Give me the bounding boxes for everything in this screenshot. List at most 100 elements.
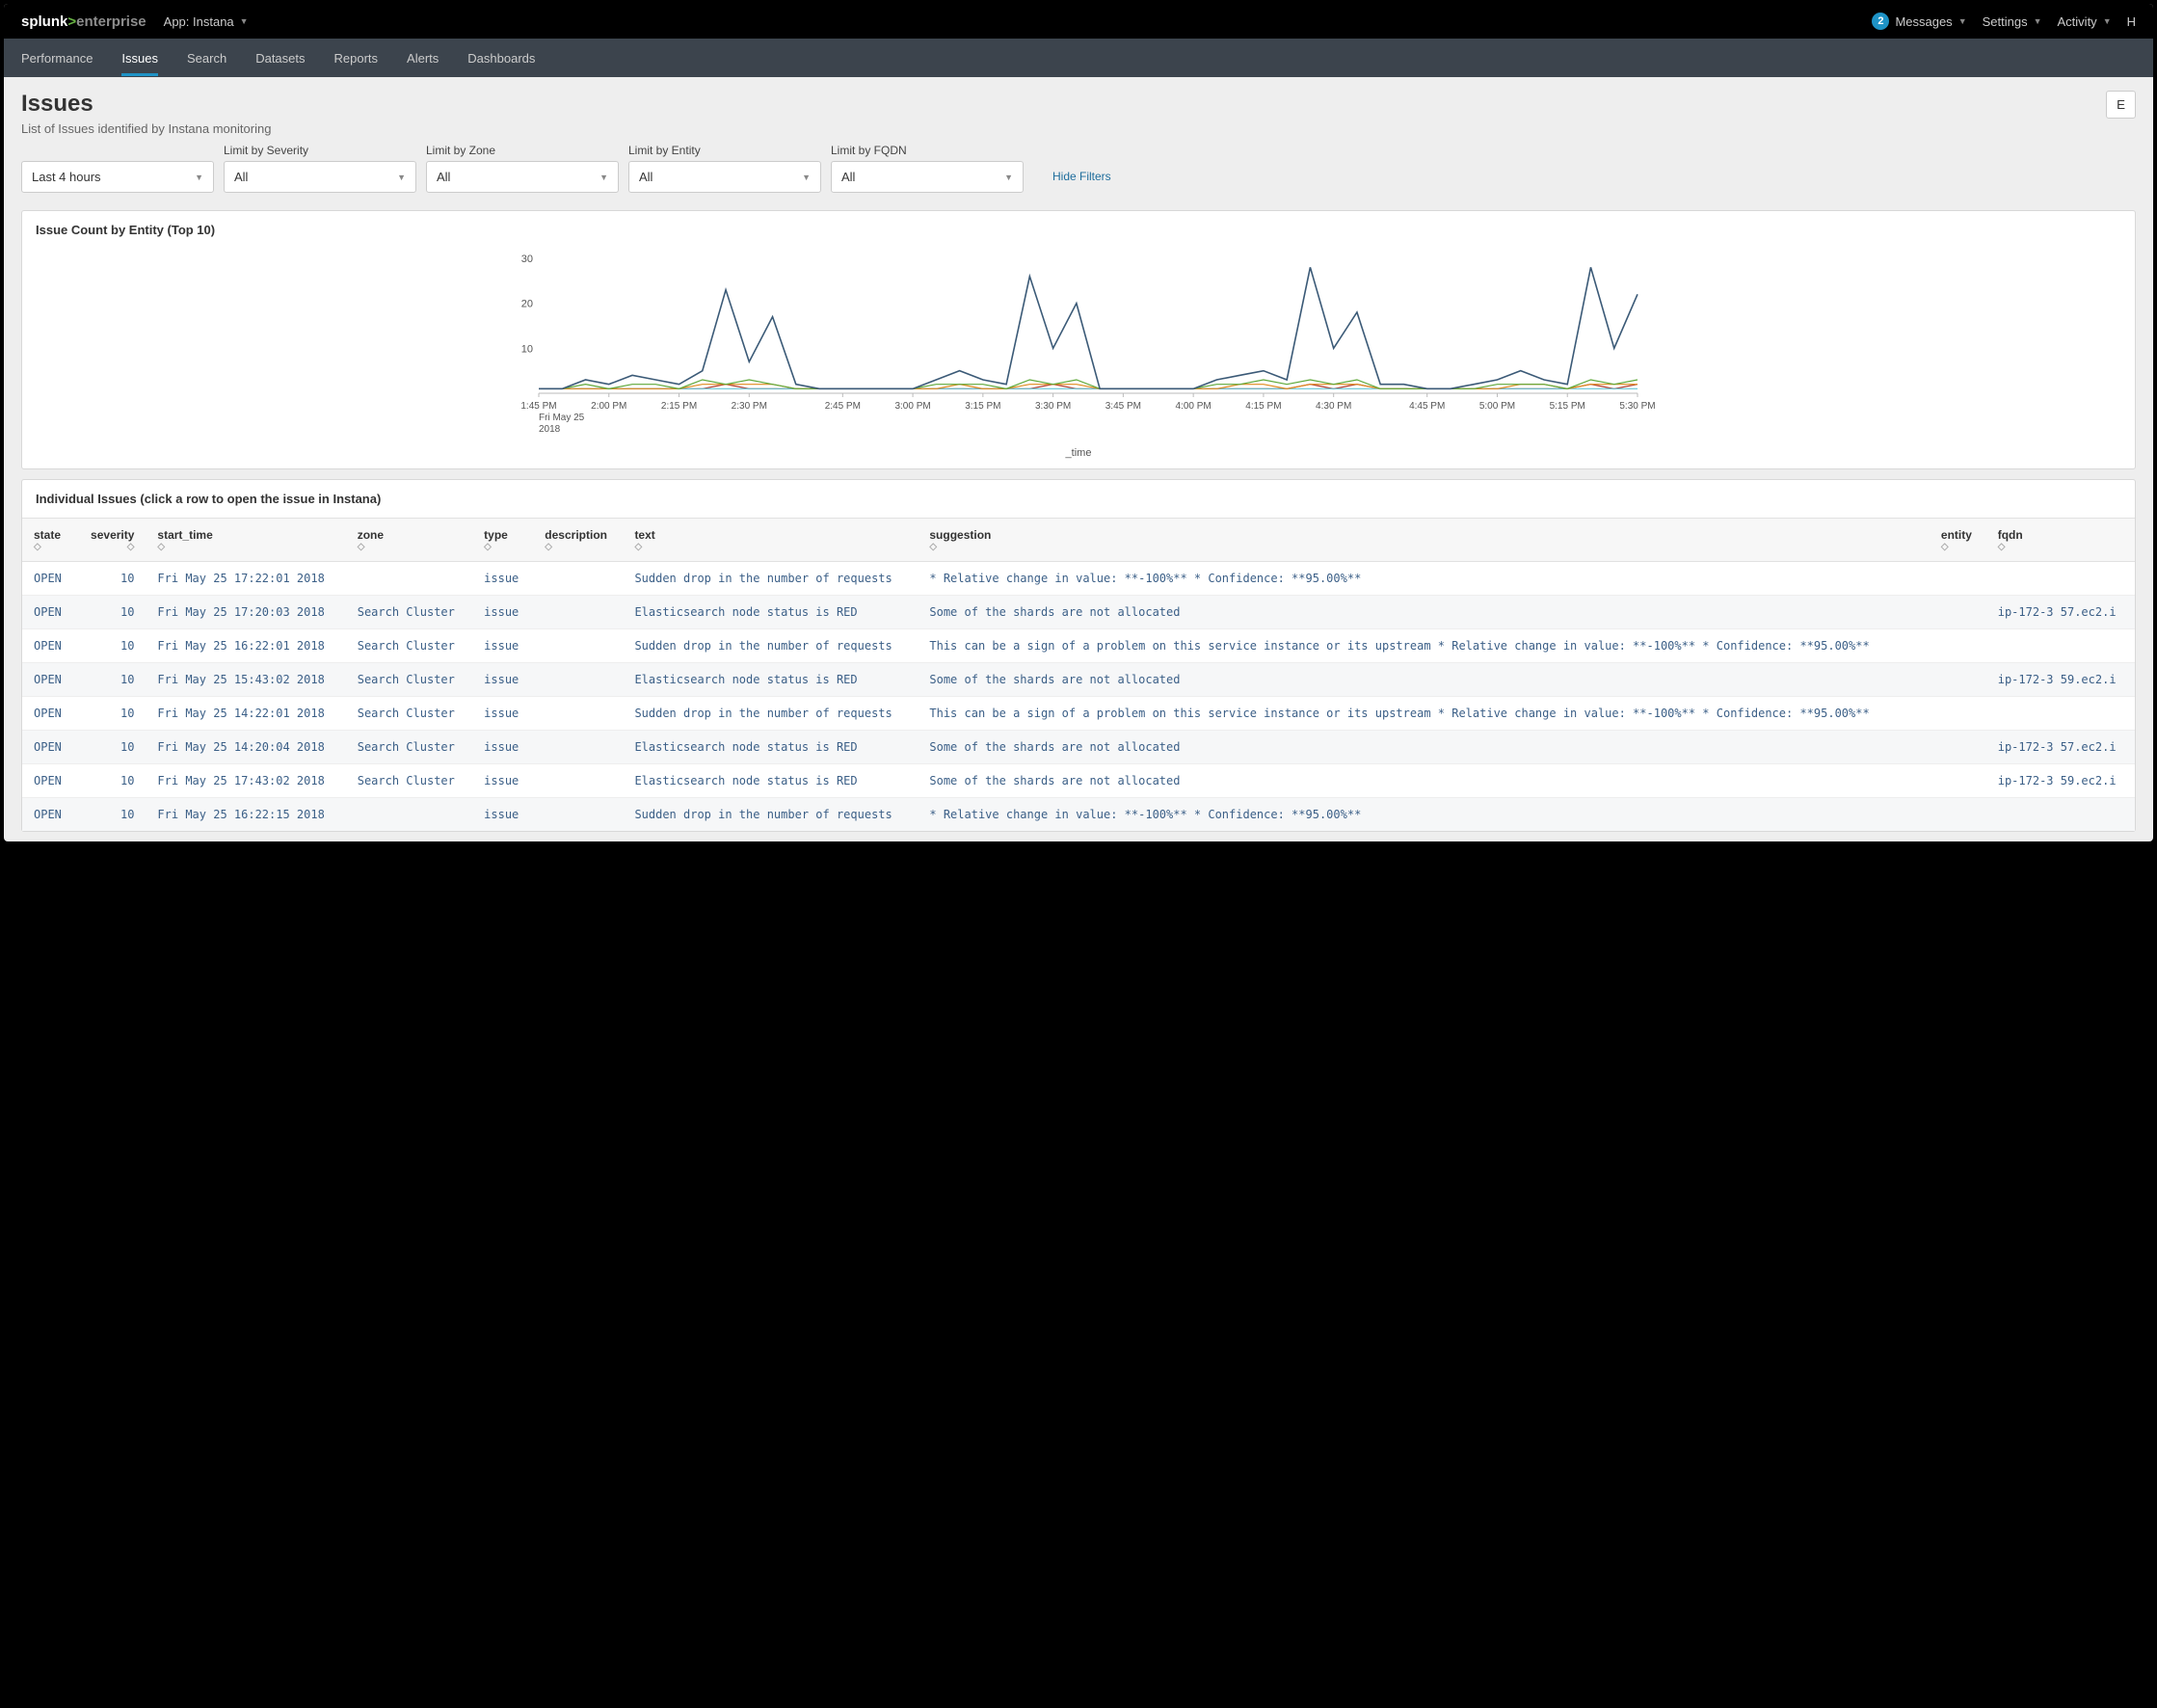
cell-description <box>533 798 623 832</box>
cell-state: OPEN <box>22 663 76 697</box>
cell-type: issue <box>472 629 533 663</box>
filter-bar: Last 4 hours▼ Limit by Severity All▼ Lim… <box>4 144 2153 200</box>
cell-start_time: Fri May 25 17:22:01 2018 <box>146 562 345 596</box>
cell-fqdn: ip-172-3 57.ec2.i <box>1986 596 2135 629</box>
nav-item-issues[interactable]: Issues <box>121 40 158 76</box>
svg-text:30: 30 <box>521 254 533 265</box>
table-row[interactable]: OPEN10Fri May 25 16:22:01 2018Search Clu… <box>22 629 2135 663</box>
col-header-text[interactable]: text◇ <box>623 519 918 562</box>
caret-down-icon: ▼ <box>599 173 608 182</box>
col-header-start_time[interactable]: start_time◇ <box>146 519 345 562</box>
fqdn-select[interactable]: All▼ <box>831 161 1024 193</box>
nav-item-alerts[interactable]: Alerts <box>407 40 439 76</box>
cell-type: issue <box>472 596 533 629</box>
nav-item-search[interactable]: Search <box>187 40 226 76</box>
table-row[interactable]: OPEN10Fri May 25 14:20:04 2018Search Clu… <box>22 731 2135 764</box>
nav-item-datasets[interactable]: Datasets <box>255 40 305 76</box>
table-row[interactable]: OPEN10Fri May 25 17:20:03 2018Search Clu… <box>22 596 2135 629</box>
cell-severity: 10 <box>76 764 146 798</box>
cell-suggestion: Some of the shards are not allocated <box>918 764 1930 798</box>
cell-start_time: Fri May 25 14:20:04 2018 <box>146 731 345 764</box>
cell-description <box>533 596 623 629</box>
sort-icon: ◇ <box>358 544 461 551</box>
page-title: Issues <box>21 91 271 118</box>
cell-zone <box>346 562 472 596</box>
cell-type: issue <box>472 697 533 731</box>
col-header-entity[interactable]: entity◇ <box>1930 519 1986 562</box>
cell-fqdn: ip-172-3 59.ec2.i <box>1986 663 2135 697</box>
col-header-fqdn[interactable]: fqdn◇ <box>1986 519 2135 562</box>
zone-select[interactable]: All▼ <box>426 161 619 193</box>
time-range-select[interactable]: Last 4 hours▼ <box>21 161 214 193</box>
nav-item-dashboards[interactable]: Dashboards <box>467 40 535 76</box>
cell-start_time: Fri May 25 16:22:15 2018 <box>146 798 345 832</box>
cell-type: issue <box>472 764 533 798</box>
svg-text:2018: 2018 <box>539 424 561 435</box>
cell-fqdn <box>1986 697 2135 731</box>
table-row[interactable]: OPEN10Fri May 25 16:22:15 2018issueSudde… <box>22 798 2135 832</box>
svg-text:2:30 PM: 2:30 PM <box>732 401 767 412</box>
chart-x-axis-label: _time <box>36 447 2121 459</box>
hide-filters-link[interactable]: Hide Filters <box>1052 154 1111 183</box>
nav-item-reports[interactable]: Reports <box>334 40 379 76</box>
cell-start_time: Fri May 25 16:22:01 2018 <box>146 629 345 663</box>
svg-text:1:45 PM: 1:45 PM <box>520 401 556 412</box>
cell-severity: 10 <box>76 697 146 731</box>
cell-zone <box>346 798 472 832</box>
cell-description <box>533 731 623 764</box>
cell-suggestion: This can be a sign of a problem on this … <box>918 629 1930 663</box>
cell-fqdn <box>1986 798 2135 832</box>
activity-menu[interactable]: Activity▼ <box>2058 14 2112 29</box>
page-action-button[interactable]: E <box>2106 91 2136 119</box>
messages-menu[interactable]: 2 Messages▼ <box>1872 13 1966 30</box>
cell-entity <box>1930 629 1986 663</box>
settings-menu[interactable]: Settings▼ <box>1983 14 2042 29</box>
cell-entity <box>1930 596 1986 629</box>
issue-count-chart[interactable]: 1020301:45 PM2:00 PM2:15 PM2:30 PM2:45 P… <box>36 249 2121 441</box>
severity-select[interactable]: All▼ <box>224 161 416 193</box>
caret-down-icon: ▼ <box>2034 16 2042 26</box>
filter-label-zone: Limit by Zone <box>426 144 619 157</box>
table-row[interactable]: OPEN10Fri May 25 15:43:02 2018Search Clu… <box>22 663 2135 697</box>
table-row[interactable]: OPEN10Fri May 25 14:22:01 2018Search Clu… <box>22 697 2135 731</box>
caret-down-icon: ▼ <box>1004 173 1013 182</box>
table-row[interactable]: OPEN10Fri May 25 17:22:01 2018issueSudde… <box>22 562 2135 596</box>
cell-zone: Search Cluster <box>346 596 472 629</box>
cell-description <box>533 663 623 697</box>
cell-state: OPEN <box>22 731 76 764</box>
caret-down-icon: ▼ <box>240 16 249 26</box>
svg-text:4:15 PM: 4:15 PM <box>1245 401 1281 412</box>
caret-down-icon: ▼ <box>195 173 203 182</box>
nav-item-performance[interactable]: Performance <box>21 40 93 76</box>
messages-badge: 2 <box>1872 13 1889 30</box>
cell-type: issue <box>472 663 533 697</box>
entity-select[interactable]: All▼ <box>628 161 821 193</box>
brand-logo: splunk>enterprise <box>21 13 146 30</box>
cell-suggestion: Some of the shards are not allocated <box>918 663 1930 697</box>
cell-description <box>533 562 623 596</box>
col-header-suggestion[interactable]: suggestion◇ <box>918 519 1930 562</box>
help-menu[interactable]: H <box>2127 14 2136 29</box>
col-header-state[interactable]: state◇ <box>22 519 76 562</box>
col-header-description[interactable]: description◇ <box>533 519 623 562</box>
cell-start_time: Fri May 25 17:43:02 2018 <box>146 764 345 798</box>
cell-text: Sudden drop in the number of requests <box>623 629 918 663</box>
cell-entity <box>1930 764 1986 798</box>
sort-icon: ◇ <box>545 544 611 551</box>
svg-text:3:45 PM: 3:45 PM <box>1105 401 1141 412</box>
svg-text:2:45 PM: 2:45 PM <box>825 401 861 412</box>
cell-text: Elasticsearch node status is RED <box>623 663 918 697</box>
col-header-type[interactable]: type◇ <box>472 519 533 562</box>
cell-severity: 10 <box>76 562 146 596</box>
sort-icon: ◇ <box>34 544 65 551</box>
cell-text: Elasticsearch node status is RED <box>623 731 918 764</box>
col-header-zone[interactable]: zone◇ <box>346 519 472 562</box>
sort-icon: ◇ <box>157 544 333 551</box>
cell-zone: Search Cluster <box>346 697 472 731</box>
cell-text: Sudden drop in the number of requests <box>623 697 918 731</box>
col-header-severity[interactable]: severity◇ <box>76 519 146 562</box>
app-switcher[interactable]: App: Instana▼ <box>164 14 249 29</box>
cell-start_time: Fri May 25 14:22:01 2018 <box>146 697 345 731</box>
cell-entity <box>1930 663 1986 697</box>
table-row[interactable]: OPEN10Fri May 25 17:43:02 2018Search Clu… <box>22 764 2135 798</box>
